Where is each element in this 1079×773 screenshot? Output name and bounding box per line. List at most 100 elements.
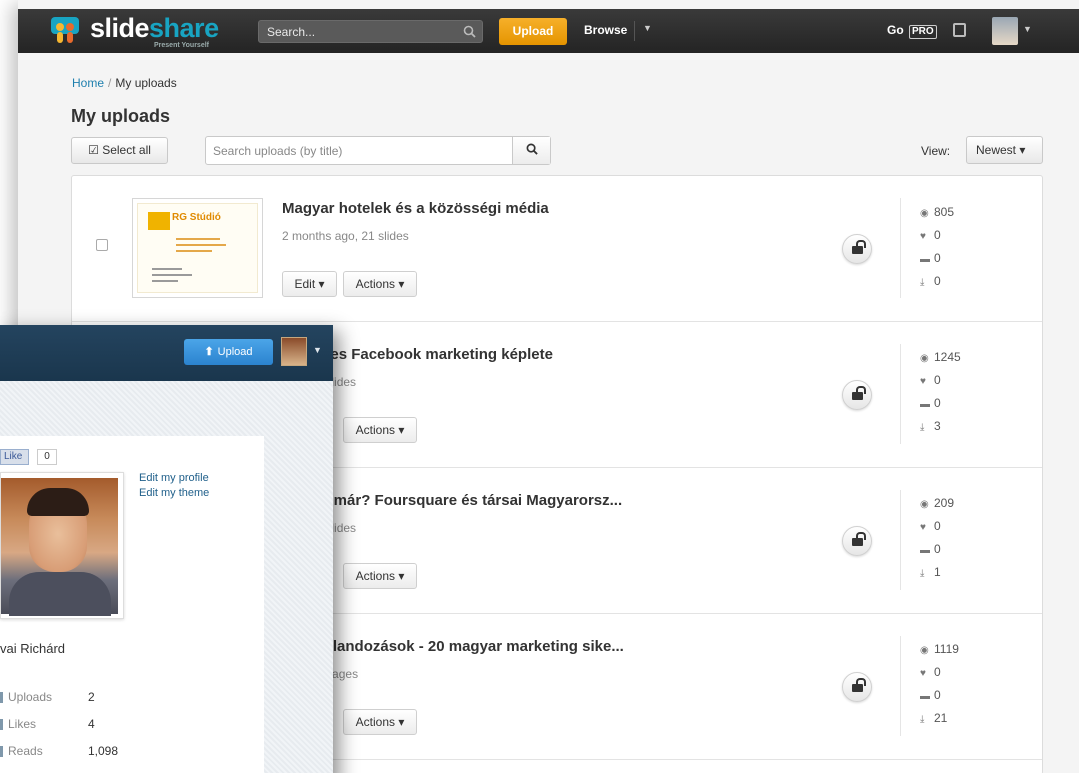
thumbnail-line bbox=[152, 274, 192, 276]
select-all-button[interactable]: ☑ Select all bbox=[71, 137, 168, 164]
profile-photo-frame bbox=[0, 472, 124, 619]
comments-count: 0 bbox=[934, 396, 941, 410]
likes-count: 0 bbox=[934, 228, 941, 242]
comments-count: 0 bbox=[934, 688, 941, 702]
user-avatar[interactable] bbox=[992, 17, 1018, 45]
upload-button[interactable]: Upload bbox=[499, 18, 567, 45]
eye-icon: ◉ bbox=[920, 208, 929, 219]
browse-menu[interactable]: Browse bbox=[584, 23, 627, 37]
thumbnail-line bbox=[152, 280, 178, 282]
uploads-search-button[interactable] bbox=[512, 137, 550, 164]
pro-badge: PRO bbox=[909, 25, 937, 39]
page-title: My uploads bbox=[71, 106, 171, 126]
download-icon: ⤓ bbox=[920, 277, 925, 288]
views-count: 1245 bbox=[934, 350, 961, 364]
slideshare-logo[interactable]: slideshare Present Yourself bbox=[50, 13, 250, 49]
download-icon: ⤓ bbox=[920, 422, 925, 433]
actions-button[interactable]: Actions ▾ bbox=[343, 709, 417, 735]
slideshare-logo-icon bbox=[51, 17, 79, 43]
comment-icon: ▬ bbox=[920, 399, 930, 410]
views-count: 805 bbox=[934, 205, 955, 219]
uploads-stat-value: 2 bbox=[88, 690, 95, 704]
search-icon[interactable] bbox=[463, 25, 476, 38]
chevron-down-icon[interactable]: ▼ bbox=[643, 23, 652, 33]
download-icon: ⤓ bbox=[920, 568, 925, 579]
slide-thumbnail[interactable]: RG Stúdió bbox=[132, 198, 263, 298]
profile-card: Like 0 Edit my profile Edit my theme vai… bbox=[0, 436, 264, 773]
views-stat: ◉ 805 bbox=[920, 205, 954, 219]
views-stat: ◉ 209 bbox=[920, 496, 954, 510]
privacy-button[interactable] bbox=[842, 380, 872, 410]
downloads-count: 0 bbox=[934, 274, 941, 288]
upload-title[interactable]: Magyar hotelek és a közösségi média bbox=[282, 200, 549, 217]
sort-select[interactable]: Newest ▾ bbox=[966, 136, 1043, 164]
overlay-avatar[interactable] bbox=[281, 337, 307, 366]
comment-icon: ▬ bbox=[920, 691, 930, 702]
likes-stat-bar bbox=[0, 719, 3, 730]
actions-button[interactable]: Actions ▾ bbox=[343, 417, 417, 443]
downloads-count: 21 bbox=[934, 711, 948, 725]
chevron-down-icon[interactable]: ▼ bbox=[313, 345, 322, 355]
downloads-stat: ⤓ 3 bbox=[920, 419, 941, 433]
profile-name: vai Richárd bbox=[0, 641, 66, 656]
go-pro-link[interactable]: Go PRO bbox=[887, 23, 937, 39]
downloads-stat: ⤓ 0 bbox=[920, 274, 941, 288]
rg-studio-logo-icon bbox=[148, 212, 170, 230]
eye-icon: ◉ bbox=[920, 499, 929, 510]
reads-stat-label[interactable]: Reads bbox=[8, 744, 43, 758]
breadcrumb-separator: / bbox=[108, 76, 112, 90]
stats-divider bbox=[900, 636, 901, 736]
privacy-button[interactable] bbox=[842, 672, 872, 702]
upload-arrow-icon: ⬆ bbox=[204, 346, 214, 358]
chevron-down-icon[interactable]: ▼ bbox=[1023, 24, 1032, 34]
actions-button[interactable]: Actions ▾ bbox=[343, 271, 417, 297]
downloads-count: 1 bbox=[934, 565, 941, 579]
heart-icon: ♥ bbox=[920, 231, 926, 242]
edit-button[interactable]: Edit ▾ bbox=[282, 271, 337, 297]
privacy-button[interactable] bbox=[842, 526, 872, 556]
select-all-label: Select all bbox=[102, 143, 151, 157]
photo-suit bbox=[9, 572, 111, 616]
edit-theme-link[interactable]: Edit my theme bbox=[139, 487, 209, 499]
go-pro-label: Go bbox=[887, 23, 904, 37]
thumbnail-image: RG Stúdió bbox=[137, 203, 258, 293]
privacy-button[interactable] bbox=[842, 234, 872, 264]
overlay-upload-button[interactable]: ⬆ Upload bbox=[184, 339, 273, 365]
top-navbar: slideshare Present Yourself Upload Brows… bbox=[18, 9, 1079, 53]
stats-divider bbox=[900, 344, 901, 444]
download-icon: ⤓ bbox=[920, 714, 925, 725]
likes-stat-label[interactable]: Likes bbox=[8, 717, 36, 731]
breadcrumb-current: My uploads bbox=[115, 76, 177, 90]
downloads-count: 3 bbox=[934, 419, 941, 433]
comment-icon: ▬ bbox=[920, 254, 930, 265]
likes-count: 0 bbox=[934, 519, 941, 533]
likes-stat-value: 4 bbox=[88, 717, 95, 731]
upload-title[interactable]: kkoltál már? Foursquare és társai Magyar… bbox=[282, 492, 622, 509]
breadcrumb: Home / My uploads bbox=[72, 76, 177, 90]
views-count: 209 bbox=[934, 496, 955, 510]
edit-profile-link[interactable]: Edit my profile bbox=[139, 472, 209, 484]
uploads-stat-label[interactable]: Uploads bbox=[8, 690, 52, 704]
likes-stat: ♥ 0 bbox=[920, 373, 941, 387]
uploads-search bbox=[205, 136, 551, 165]
checkbox-edit-icon: ☑ bbox=[88, 143, 99, 157]
facebook-like-button[interactable]: Like bbox=[0, 449, 29, 465]
thumbnail-line bbox=[176, 238, 220, 240]
heart-icon: ♥ bbox=[920, 522, 926, 533]
upload-title[interactable]: ségi kalandozások - 20 magyar marketing … bbox=[282, 638, 624, 655]
stats-divider bbox=[900, 490, 901, 590]
browse-divider bbox=[634, 21, 635, 41]
heart-icon: ♥ bbox=[920, 376, 926, 387]
breadcrumb-home[interactable]: Home bbox=[72, 76, 104, 90]
photo-hair bbox=[27, 488, 89, 516]
actions-button[interactable]: Actions ▾ bbox=[343, 563, 417, 589]
notifications-icon[interactable] bbox=[953, 23, 966, 37]
downloads-stat: ⤓ 21 bbox=[920, 711, 947, 725]
heart-icon: ♥ bbox=[920, 668, 926, 679]
row-checkbox[interactable] bbox=[96, 239, 108, 251]
downloads-stat: ⤓ 1 bbox=[920, 565, 941, 579]
likes-stat: ♥ 0 bbox=[920, 665, 941, 679]
global-search-input[interactable] bbox=[267, 21, 457, 42]
uploads-search-input[interactable] bbox=[213, 137, 513, 164]
like-count: 0 bbox=[37, 449, 57, 465]
